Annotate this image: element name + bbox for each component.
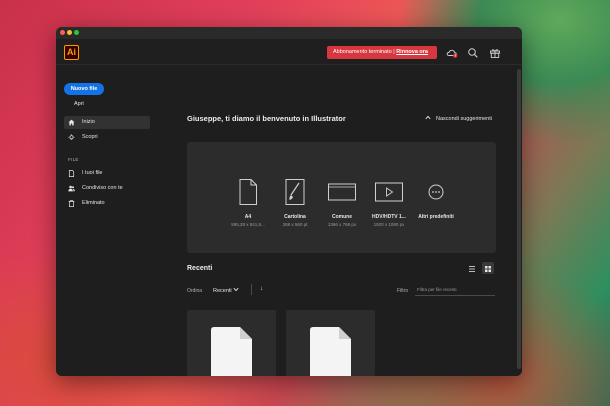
recent-file-card[interactable] bbox=[286, 310, 375, 376]
sidebar-item-label: Eliminato bbox=[82, 200, 105, 206]
main-content: Giuseppe, ti diamo il benvenuto in Illus… bbox=[157, 65, 516, 376]
sort-divider bbox=[251, 284, 252, 295]
file-thumbnail-icon bbox=[310, 327, 351, 376]
gift-icon[interactable] bbox=[489, 46, 501, 58]
preset-common[interactable]: Comune 1366 x 768 px bbox=[319, 178, 365, 227]
postcard-brush-icon bbox=[285, 179, 305, 205]
illustrator-window: Ai Abbonamento terminato | Rinnova ora N… bbox=[56, 27, 522, 376]
recent-file-card[interactable] bbox=[187, 310, 276, 376]
more-icon bbox=[428, 184, 444, 200]
list-view-icon[interactable] bbox=[466, 262, 478, 274]
sidebar-item-label: Scopri bbox=[82, 134, 98, 140]
document-icon bbox=[239, 179, 257, 205]
sort-dropdown[interactable]: Recenti bbox=[213, 287, 239, 294]
preset-size: 1920 x 1080 px bbox=[373, 222, 405, 227]
sidebar-item-discover[interactable]: Scopri bbox=[64, 131, 150, 144]
renew-now-link[interactable]: Rinnova ora bbox=[396, 49, 428, 55]
sort-direction-button[interactable]: ↓ bbox=[260, 286, 263, 292]
subscription-banner: Abbonamento terminato | Rinnova ora bbox=[327, 46, 437, 59]
close-window-button[interactable] bbox=[60, 30, 65, 35]
open-file-link[interactable]: Apri bbox=[74, 101, 84, 107]
new-file-button[interactable]: Nuovo file bbox=[64, 83, 104, 95]
search-icon[interactable] bbox=[467, 46, 479, 58]
screen-icon bbox=[328, 183, 356, 201]
welcome-heading: Giuseppe, ti diamo il benvenuto in Illus… bbox=[187, 114, 346, 123]
people-icon bbox=[68, 185, 75, 192]
home-icon bbox=[68, 119, 75, 126]
preset-name: HDV/HDTV 1... bbox=[372, 214, 406, 220]
sort-label: Ordina bbox=[187, 288, 203, 294]
preset-panel: A4 595,28 x 841,8... Cartolina 288 x 560… bbox=[187, 142, 496, 253]
scrollbar-thumb[interactable] bbox=[517, 69, 521, 369]
sidebar-item-label: I tuoi file bbox=[82, 170, 103, 176]
grid-view-icon[interactable] bbox=[482, 262, 494, 274]
preset-more[interactable]: Altri predefiniti bbox=[413, 178, 459, 222]
zoom-window-button[interactable] bbox=[74, 30, 79, 35]
filter-input[interactable]: Filtra per file recenti bbox=[415, 284, 495, 296]
chevron-up-icon bbox=[425, 115, 431, 122]
sort-value: Recenti bbox=[213, 288, 232, 294]
preset-size: 595,28 x 841,8... bbox=[231, 222, 265, 227]
preset-hdtv[interactable]: HDV/HDTV 1... 1920 x 1080 px bbox=[366, 178, 412, 227]
sidebar: Nuovo file Apri Inizio Scopri FILE I tuo… bbox=[56, 65, 157, 376]
preset-name: Cartolina bbox=[284, 214, 306, 220]
filter-label: Filtro bbox=[397, 288, 409, 294]
file-thumbnail-icon bbox=[211, 327, 252, 376]
preset-size: 1366 x 768 px bbox=[327, 222, 357, 227]
file-icon bbox=[68, 170, 75, 177]
preset-name: A4 bbox=[244, 214, 252, 220]
cloud-alert-icon[interactable] bbox=[446, 46, 458, 58]
file-section-title: FILE bbox=[68, 157, 79, 162]
preset-postcard[interactable]: Cartolina 288 x 560 pt bbox=[272, 178, 318, 227]
sidebar-item-your-files[interactable]: I tuoi file bbox=[64, 167, 150, 180]
sidebar-item-home[interactable]: Inizio bbox=[64, 116, 150, 129]
sidebar-item-label: Inizio bbox=[82, 119, 95, 125]
main-scrollbar[interactable] bbox=[516, 65, 522, 376]
video-play-icon bbox=[375, 182, 403, 202]
preset-name: Altri predefiniti bbox=[418, 214, 454, 220]
lightbulb-icon bbox=[68, 134, 75, 141]
minimize-window-button[interactable] bbox=[67, 30, 72, 35]
hide-suggestions-label: Nascondi suggerimenti bbox=[436, 116, 492, 122]
sidebar-item-shared-with-you[interactable]: Condiviso con te bbox=[64, 182, 150, 195]
app-header: Ai Abbonamento terminato | Rinnova ora bbox=[56, 39, 522, 65]
preset-a4[interactable]: A4 595,28 x 841,8... bbox=[225, 178, 271, 227]
chevron-down-icon bbox=[233, 287, 239, 294]
preset-name: Comune bbox=[332, 214, 352, 220]
recents-heading: Recenti bbox=[187, 265, 213, 272]
preset-size: 288 x 560 pt bbox=[282, 222, 308, 227]
subscription-status-text: Abbonamento terminato | bbox=[333, 49, 395, 55]
trash-icon bbox=[68, 200, 75, 207]
sidebar-item-label: Condiviso con te bbox=[82, 185, 123, 191]
sidebar-item-deleted[interactable]: Eliminato bbox=[64, 197, 150, 210]
title-bar bbox=[56, 27, 522, 39]
illustrator-logo[interactable]: Ai bbox=[64, 45, 79, 60]
hide-suggestions-button[interactable]: Nascondi suggerimenti bbox=[425, 115, 492, 122]
